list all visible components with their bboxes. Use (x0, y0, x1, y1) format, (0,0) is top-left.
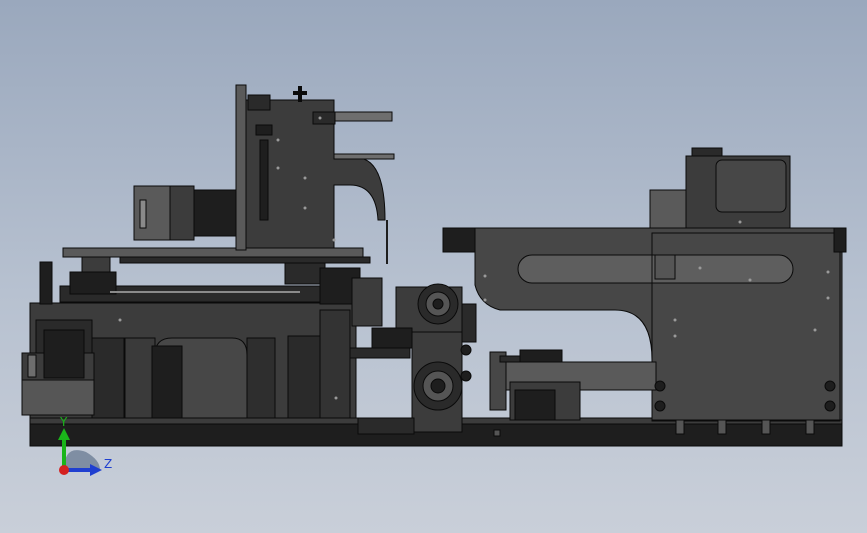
hand-wheel-icon (417, 283, 459, 325)
bearing-block-icon (509, 381, 581, 421)
cad-viewport[interactable]: Y Z (0, 0, 867, 533)
x-axis-dot (59, 465, 69, 475)
hand-wheel-icon (413, 361, 463, 411)
press-plate (62, 247, 364, 258)
z-axis-label: Z (104, 457, 112, 471)
cad-assembly-view[interactable]: Y Z (0, 0, 867, 533)
y-axis-label: Y (59, 415, 68, 429)
right-pin-cap (442, 227, 476, 253)
stepper-motor-icon (133, 185, 237, 241)
